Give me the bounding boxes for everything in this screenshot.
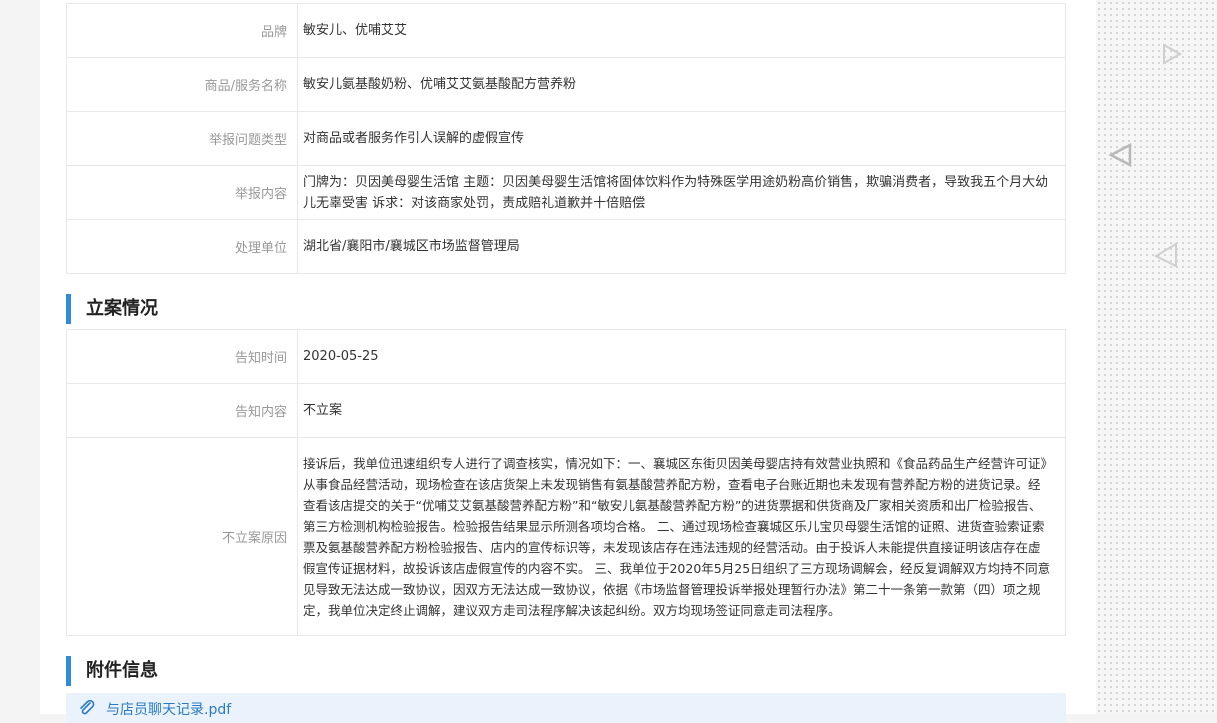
table-row: 处理单位 湖北省/襄阳市/襄城区市场监督管理局	[66, 219, 1066, 274]
row-value: 接诉后，我单位迅速组织专人进行了调查核实，情况如下：一、襄城区东街贝因美母婴店持…	[297, 437, 1066, 636]
table-row: 商品/服务名称 敏安儿氨基酸奶粉、优哺艾艾氨基酸配方营养粉	[66, 57, 1066, 112]
row-label: 告知内容	[66, 383, 298, 438]
attachment-item: 与店员聊天记录.pdf	[66, 693, 1066, 723]
row-value: 敏安儿、优哺艾艾	[297, 3, 1066, 58]
triangle-decoration-icon	[1108, 142, 1132, 168]
table-row: 不立案原因 接诉后，我单位迅速组织专人进行了调查核实，情况如下：一、襄城区东街贝…	[66, 437, 1066, 636]
row-label: 举报问题类型	[66, 111, 298, 166]
table-row: 举报问题类型 对商品或者服务作引人误解的虚假宣传	[66, 111, 1066, 166]
row-label: 处理单位	[66, 219, 298, 274]
row-label: 举报内容	[66, 165, 298, 220]
dotted-background-panel	[1096, 0, 1217, 714]
row-label: 告知时间	[66, 329, 298, 384]
section-title-filing: 立案情况	[66, 294, 158, 324]
table-row: 告知内容 不立案	[66, 383, 1066, 438]
table-row: 品牌 敏安儿、优哺艾艾	[66, 3, 1066, 58]
triangle-decoration-icon	[1163, 43, 1183, 65]
complaint-info-table: 品牌 敏安儿、优哺艾艾 商品/服务名称 敏安儿氨基酸奶粉、优哺艾艾氨基酸配方营养…	[66, 3, 1066, 274]
table-row: 举报内容 门牌为：贝因美母婴生活馆 主题：贝因美母婴生活馆将固体饮料作为特殊医学…	[66, 165, 1066, 220]
row-value: 对商品或者服务作引人误解的虚假宣传	[297, 111, 1066, 166]
triangle-decoration-icon	[1153, 242, 1177, 268]
row-label: 品牌	[66, 3, 298, 58]
table-row: 告知时间 2020-05-25	[66, 329, 1066, 384]
filing-info-table: 告知时间 2020-05-25 告知内容 不立案 不立案原因 接诉后，我单位迅速…	[66, 329, 1066, 636]
paperclip-icon	[80, 699, 95, 715]
content-card: 品牌 敏安儿、优哺艾艾 商品/服务名称 敏安儿氨基酸奶粉、优哺艾艾氨基酸配方营养…	[40, 0, 1096, 723]
attachment-link[interactable]: 与店员聊天记录.pdf	[106, 699, 231, 719]
section-title-attachments: 附件信息	[66, 656, 158, 686]
row-value: 不立案	[297, 383, 1066, 438]
row-label: 商品/服务名称	[66, 57, 298, 112]
row-value: 门牌为：贝因美母婴生活馆 主题：贝因美母婴生活馆将固体饮料作为特殊医学用途奶粉高…	[297, 165, 1066, 220]
row-value: 2020-05-25	[297, 329, 1066, 384]
row-label: 不立案原因	[66, 437, 298, 636]
row-value: 湖北省/襄阳市/襄城区市场监督管理局	[297, 219, 1066, 274]
row-value: 敏安儿氨基酸奶粉、优哺艾艾氨基酸配方营养粉	[297, 57, 1066, 112]
